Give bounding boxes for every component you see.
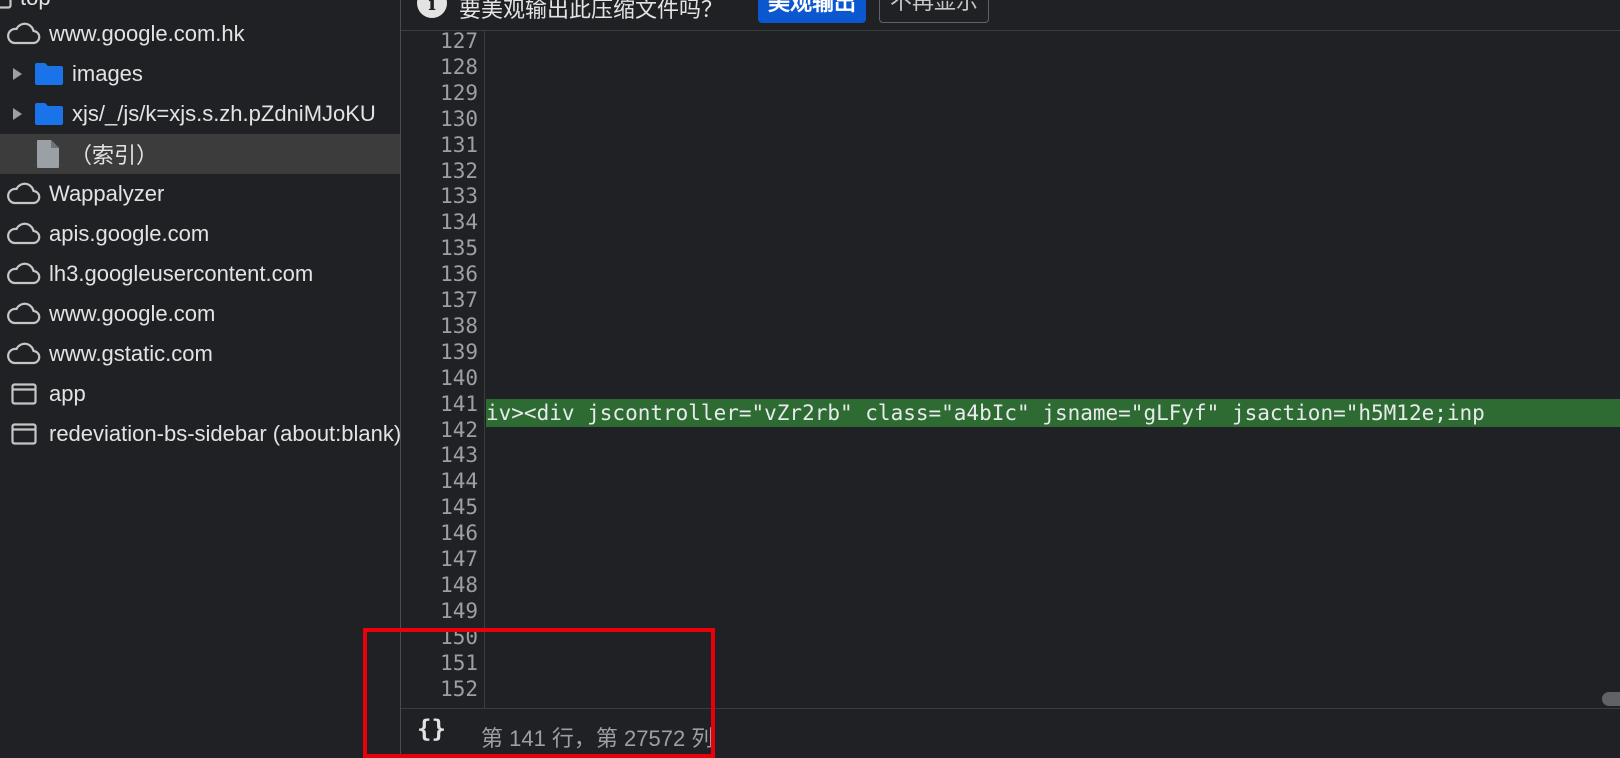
highlighted-code-line[interactable]: iv><div jscontroller="vZr2rb" class="a4b… — [486, 399, 1620, 427]
line-number[interactable]: 138 — [401, 313, 478, 339]
pretty-print-toggle-button[interactable]: {} — [417, 715, 446, 743]
cursor-position: 第 141 行，第 27572 列 — [481, 726, 714, 751]
info-icon: i — [417, 0, 447, 18]
line-number[interactable]: 146 — [401, 520, 478, 546]
tree-item-label: images — [72, 61, 143, 86]
line-number[interactable]: 129 — [401, 80, 478, 106]
pretty-print-button[interactable]: 美观输出 — [758, 0, 867, 23]
tree-item-label: www.google.com — [49, 301, 216, 326]
tree-item-domain[interactable]: www.google.com.hk — [0, 14, 400, 54]
line-number[interactable]: 151 — [401, 650, 478, 676]
line-number[interactable]: 142 — [401, 417, 478, 443]
line-number[interactable]: 148 — [401, 572, 478, 598]
line-number[interactable]: 149 — [401, 598, 478, 624]
tree-item-label: app — [49, 381, 86, 406]
cloud-icon — [5, 302, 41, 326]
tree-item-folder[interactable]: xjs/_/js/k=xjs.s.zh.pZdniMJoKU — [0, 94, 400, 134]
horizontal-scrollbar[interactable] — [1602, 692, 1620, 706]
cloud-icon — [5, 22, 41, 46]
line-number[interactable]: 130 — [401, 106, 478, 132]
line-number[interactable]: 152 — [401, 676, 478, 702]
folder-icon — [34, 62, 64, 86]
status-bar: {} 第 141 行，第 27572 列 — [401, 708, 1620, 758]
tree-item-domain[interactable]: apis.google.com — [0, 214, 400, 254]
pretty-print-infobar: i 要美观输出此压缩文件吗？ 美观输出 不再显示 — [401, 0, 1620, 31]
never-show-button[interactable]: 不再显示 — [879, 0, 990, 23]
line-number[interactable]: 131 — [401, 132, 478, 158]
tree-item-folder[interactable]: images — [0, 54, 400, 94]
line-number[interactable]: 133 — [401, 183, 478, 209]
line-number[interactable]: 127 — [401, 31, 478, 54]
line-number[interactable]: 128 — [401, 54, 478, 80]
tree-item-label: xjs/_/js/k=xjs.s.zh.pZdniMJoKU — [72, 101, 376, 126]
tree-item-frame[interactable]: redeviation-bs-sidebar (about:blank) — [0, 414, 400, 454]
cloud-icon — [5, 222, 41, 246]
tree-item-label: Wappalyzer — [49, 181, 165, 206]
tree-item-label: top — [20, 0, 51, 11]
line-number[interactable]: 141 — [401, 391, 478, 417]
cloud-icon — [5, 342, 41, 366]
line-number[interactable]: 144 — [401, 468, 478, 494]
expand-arrow-icon[interactable] — [10, 107, 24, 121]
expand-arrow-icon[interactable] — [10, 67, 24, 81]
tree-item-label: apis.google.com — [49, 221, 210, 246]
file-tree: top www.google.com.hk images xjs/_/js/k=… — [0, 0, 400, 758]
frame-icon — [11, 383, 37, 405]
file-icon — [36, 139, 60, 169]
tree-item-domain[interactable]: lh3.googleusercontent.com — [0, 254, 400, 294]
infobar-message: 要美观输出此压缩文件吗？ — [459, 0, 724, 22]
line-number[interactable]: 137 — [401, 287, 478, 313]
tree-item-label: www.google.com.hk — [49, 21, 245, 46]
tree-item-label: www.gstatic.com — [49, 341, 213, 366]
frame-icon — [0, 0, 12, 9]
cloud-icon — [5, 182, 41, 206]
frame-icon — [11, 423, 37, 445]
line-number[interactable]: 139 — [401, 339, 478, 365]
tree-item-label: lh3.googleusercontent.com — [49, 261, 314, 286]
cloud-icon — [5, 262, 41, 286]
tree-item-domain[interactable]: www.google.com — [0, 294, 400, 334]
tree-item-file-selected[interactable]: （索引） — [0, 134, 400, 174]
line-number[interactable]: 134 — [401, 209, 478, 235]
line-number[interactable]: 145 — [401, 494, 478, 520]
tree-item-label: （索引） — [70, 143, 159, 168]
line-number[interactable]: 140 — [401, 365, 478, 391]
line-number[interactable]: 135 — [401, 235, 478, 261]
tree-item-domain[interactable]: Wappalyzer — [0, 174, 400, 214]
tree-item-label: redeviation-bs-sidebar (about:blank) — [49, 421, 400, 446]
code-editor[interactable]: 127 128 129 130 131 132 133 134 135 136 137 138 139 1… — [401, 31, 1620, 708]
line-number[interactable]: 143 — [401, 442, 478, 468]
line-number[interactable]: 150 — [401, 624, 478, 650]
line-number[interactable]: 132 — [401, 158, 478, 184]
line-number-gutter: 127 128 129 130 131 132 133 134 135 136 137 138 139 1… — [401, 31, 485, 708]
folder-icon — [34, 102, 64, 126]
line-number[interactable]: 147 — [401, 546, 478, 572]
tree-item-frame[interactable]: app — [0, 374, 400, 414]
tree-item-domain[interactable]: www.gstatic.com — [0, 334, 400, 374]
line-number[interactable]: 136 — [401, 261, 478, 287]
